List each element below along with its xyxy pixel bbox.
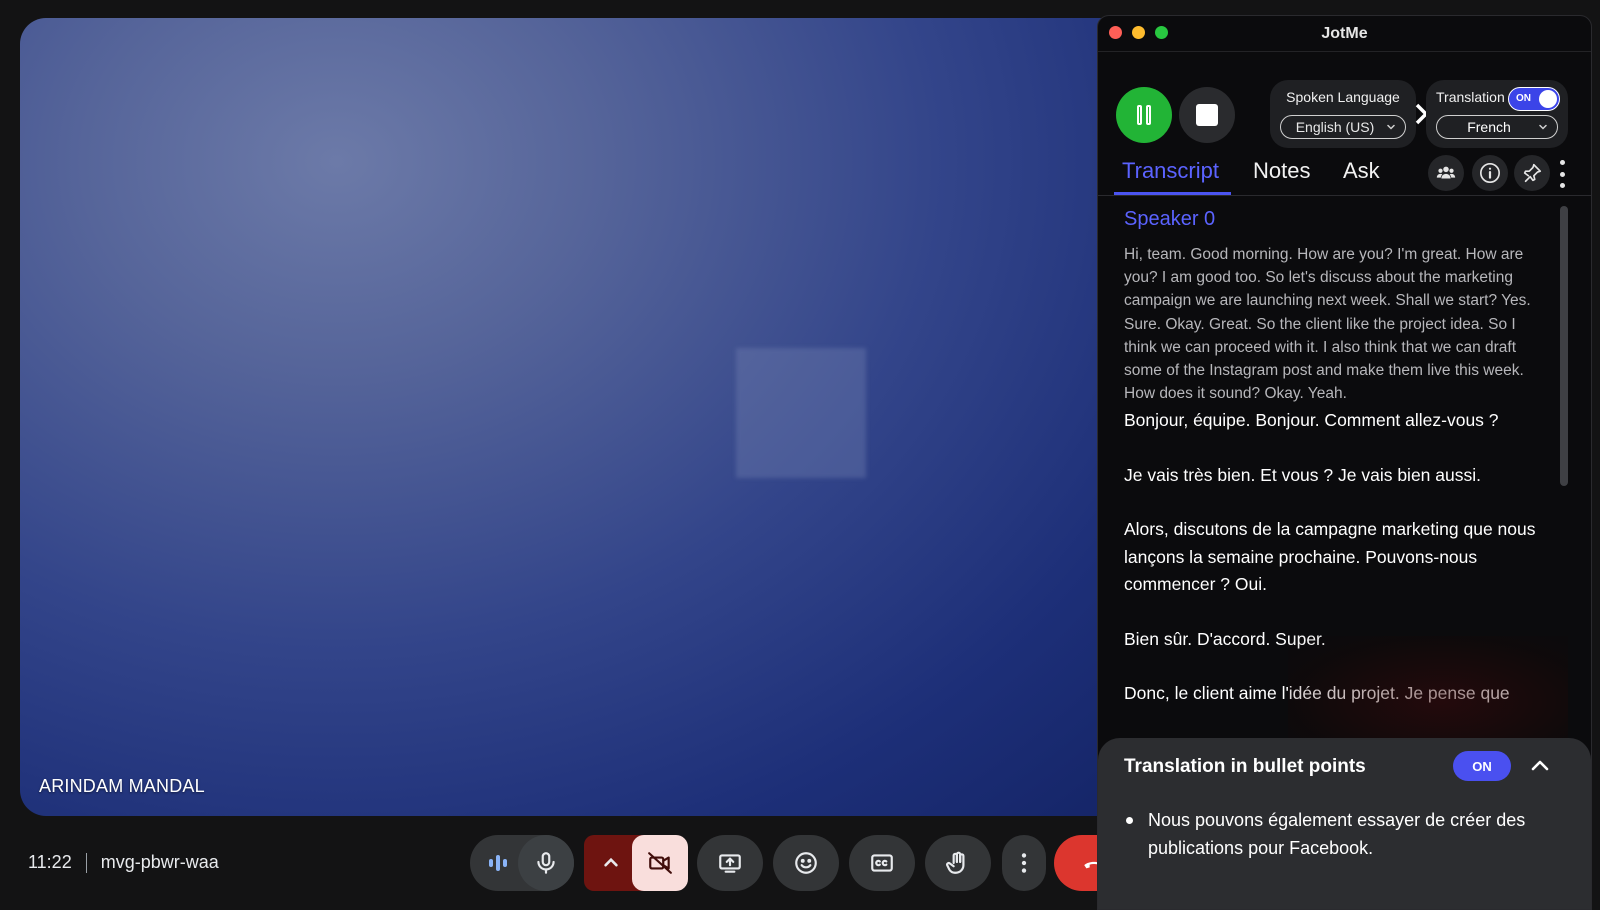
more-dot xyxy=(1559,183,1565,188)
more-dot xyxy=(1559,160,1565,165)
info-button[interactable] xyxy=(1472,155,1508,191)
present-screen-button[interactable] xyxy=(697,835,763,891)
tab-notes[interactable]: Notes xyxy=(1253,158,1310,184)
camera-control-group xyxy=(584,835,688,891)
background-ghost-overlay xyxy=(1288,636,1568,746)
transcript-scrollbar[interactable] xyxy=(1560,206,1568,486)
toggle-knob xyxy=(1539,90,1557,108)
tab-ask[interactable]: Ask xyxy=(1343,158,1380,184)
present-screen-icon xyxy=(719,854,741,873)
translation-language-value: French xyxy=(1467,119,1511,135)
spoken-language-select[interactable]: English (US) xyxy=(1280,115,1406,139)
meeting-code: mvg-pbwr-waa xyxy=(100,852,219,872)
translated-paragraph: Bonjour, équipe. Bonjour. Comment allez-… xyxy=(1124,410,1499,431)
more-vertical-icon xyxy=(1021,853,1027,873)
bullet-panel-title: Translation in bullet points xyxy=(1124,756,1366,777)
meeting-info-divider xyxy=(85,852,87,873)
maximize-window-button[interactable] xyxy=(1155,26,1168,39)
stop-icon xyxy=(1196,104,1218,126)
bullet-points-toggle[interactable]: ON xyxy=(1453,751,1511,781)
translation-language-select[interactable]: French xyxy=(1436,115,1558,139)
bullet-list: Nous pouvons également essayer de créer … xyxy=(1124,806,1554,862)
screen: ARINDAM MANDAL 11:22 mvg-pbwr-waa JotMe … xyxy=(0,0,1600,910)
spoken-language-value: English (US) xyxy=(1295,119,1375,135)
close-window-button[interactable] xyxy=(1109,26,1122,39)
speaker-label: Speaker 0 xyxy=(1124,208,1216,230)
participant-video-tile: ARINDAM MANDAL xyxy=(20,18,1150,816)
chevron-up-icon xyxy=(604,857,618,867)
camera-options-button[interactable] xyxy=(596,850,626,876)
translation-language-box: Translation ON French xyxy=(1426,80,1568,148)
camera-off-icon xyxy=(648,852,672,874)
microphone-button[interactable] xyxy=(518,835,574,891)
audio-control-group xyxy=(470,835,574,891)
translated-paragraph: Alors, discutons de la campagne marketin… xyxy=(1124,519,1536,595)
chevron-up-icon[interactable] xyxy=(1528,754,1552,778)
reactions-button[interactable] xyxy=(773,835,839,891)
meeting-info: 11:22 mvg-pbwr-waa xyxy=(28,852,219,873)
jotme-titlebar: JotMe xyxy=(1098,16,1591,52)
people-icon xyxy=(1436,166,1456,179)
emoji-icon xyxy=(795,852,817,874)
recording-controls: Spoken Language English (US) Translation… xyxy=(1098,66,1591,148)
pause-icon-bar xyxy=(1146,105,1151,125)
minimize-window-button[interactable] xyxy=(1132,26,1145,39)
pause-recording-button[interactable] xyxy=(1116,87,1172,143)
spoken-language-label: Spoken Language xyxy=(1286,89,1400,105)
chevron-down-icon xyxy=(1387,124,1395,130)
raise-hand-icon xyxy=(946,851,965,874)
translated-paragraph: Je vais très bien. Et vous ? Je vais bie… xyxy=(1124,464,1481,485)
active-tab-indicator xyxy=(1114,192,1231,195)
jotme-more-button[interactable] xyxy=(1556,160,1568,188)
participants-button[interactable] xyxy=(1428,155,1464,191)
meeting-time: 11:22 xyxy=(28,852,72,872)
bullet-item: Nous pouvons également essayer de créer … xyxy=(1124,806,1554,862)
raise-hand-button[interactable] xyxy=(925,835,991,891)
participant-name: ARINDAM MANDAL xyxy=(39,776,205,796)
pause-icon xyxy=(1137,105,1142,125)
window-title: JotMe xyxy=(1321,24,1368,42)
more-dot xyxy=(1559,171,1565,177)
spoken-language-box: Spoken Language English (US) xyxy=(1270,80,1416,148)
tab-transcript[interactable]: Transcript xyxy=(1122,158,1219,184)
microphone-icon xyxy=(537,852,555,874)
pin-button[interactable] xyxy=(1514,155,1550,191)
video-blur-artifact xyxy=(736,348,866,478)
bullet-points-panel: Translation in bullet points ON Nous pou… xyxy=(1098,738,1591,909)
original-transcript-text: Hi, team. Good morning. How are you? I'm… xyxy=(1124,246,1531,403)
captions-button[interactable] xyxy=(849,835,915,891)
jotme-tabs: Transcript Notes Ask xyxy=(1098,152,1591,196)
jotme-panel: JotMe Spoken Language English (US) Trans… xyxy=(1097,15,1592,910)
translation-label: Translation xyxy=(1436,89,1505,105)
stop-recording-button[interactable] xyxy=(1179,87,1235,143)
translation-toggle-text: ON xyxy=(1516,93,1531,104)
translation-toggle[interactable]: ON xyxy=(1508,87,1560,111)
more-options-button[interactable] xyxy=(1002,835,1046,891)
window-controls xyxy=(1109,26,1168,39)
camera-off-button[interactable] xyxy=(632,835,688,891)
pin-icon xyxy=(1523,163,1542,183)
audio-level-icon xyxy=(484,855,512,871)
closed-captions-icon xyxy=(871,854,893,872)
chevron-down-icon xyxy=(1539,124,1547,130)
info-icon xyxy=(1480,163,1500,183)
